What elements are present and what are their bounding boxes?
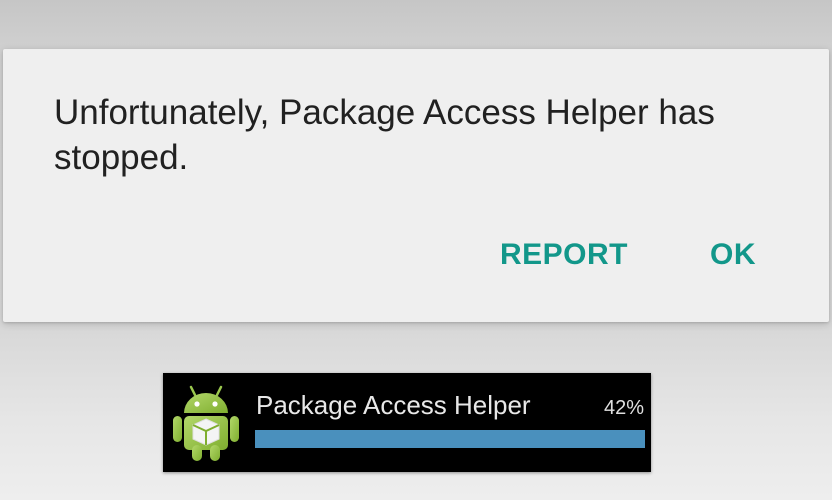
error-dialog: Unfortunately, Package Access Helper has…	[3, 49, 829, 322]
notification-title: Package Access Helper	[256, 390, 531, 420]
dialog-actions: REPORT OK	[500, 235, 756, 275]
dialog-message: Unfortunately, Package Access Helper has…	[54, 93, 715, 177]
android-robot-icon	[173, 385, 239, 461]
progress-percent: 42%	[603, 397, 644, 419]
progress-bar-fill	[255, 430, 645, 448]
download-notification[interactable]: Package Access Helper 42%	[163, 373, 651, 472]
ok-button[interactable]: OK	[710, 235, 756, 275]
report-button[interactable]: REPORT	[500, 235, 628, 275]
progress-bar	[255, 430, 645, 448]
